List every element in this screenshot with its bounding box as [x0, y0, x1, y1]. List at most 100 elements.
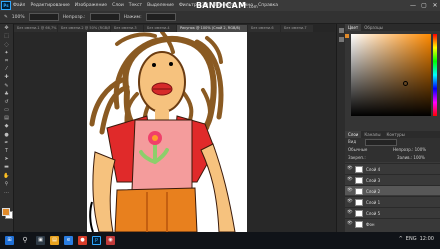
- visibility-eye-icon[interactable]: 👁: [347, 221, 353, 226]
- menu-help[interactable]: Справка: [258, 3, 278, 8]
- layer-row[interactable]: 👁 Фон: [345, 218, 440, 228]
- eraser-tool-icon[interactable]: ▭: [2, 107, 11, 114]
- brush-size[interactable]: 100%: [12, 15, 25, 20]
- visibility-eye-icon[interactable]: 👁: [347, 199, 353, 204]
- layer-fill[interactable]: Залив.: 100%: [397, 155, 425, 160]
- blur-tool-icon[interactable]: ◆: [2, 123, 11, 130]
- marquee-tool-icon[interactable]: ⬚: [2, 33, 11, 40]
- visibility-eye-icon[interactable]: 👁: [347, 166, 353, 171]
- doc-tab[interactable]: Без имени-7: [281, 25, 313, 32]
- layer-thumbnail: [355, 187, 363, 195]
- options-bar: ✎ 100% Непрозр.: Нажим:: [0, 11, 440, 24]
- menu-text[interactable]: Текст: [129, 3, 142, 8]
- layer-thumbnail: [355, 165, 363, 173]
- tools-panel: ✥ ⬚ ◌ ✦ ⌗ ⁄ ✚ ✎ ♣ ↺ ▭ ▤ ◆ ● ✒ T ➤ ▬ ✋ ⚲ …: [0, 24, 14, 232]
- shape-tool-icon[interactable]: ▬: [2, 164, 11, 171]
- hand-tool-icon[interactable]: ✋: [2, 173, 11, 180]
- history-brush-icon[interactable]: ↺: [2, 99, 11, 106]
- tray-clock[interactable]: 12:00: [420, 236, 434, 242]
- history-panel-icon[interactable]: [338, 28, 344, 33]
- brush-preset-picker[interactable]: [28, 13, 59, 21]
- layers-filter-bar: Вид: [345, 138, 440, 146]
- color-panel-foreground-swatch[interactable]: [345, 34, 349, 38]
- layer-name: Слой 5: [366, 210, 381, 216]
- tray-language[interactable]: ENG: [406, 236, 417, 242]
- search-icon[interactable]: ⚲: [19, 236, 31, 245]
- close-button[interactable]: ✕: [430, 1, 440, 10]
- menu-file[interactable]: Файл: [13, 3, 25, 8]
- doc-tab[interactable]: Без имени-4: [144, 25, 176, 32]
- blend-mode-select[interactable]: Обычные: [348, 147, 367, 152]
- bandicam-watermark: BANDICAM.com: [196, 1, 258, 10]
- properties-panel-icon[interactable]: [338, 37, 344, 42]
- layer-name: Фон: [366, 221, 375, 227]
- visibility-eye-icon[interactable]: 👁: [347, 210, 353, 215]
- maximize-button[interactable]: ▢: [419, 1, 429, 10]
- layer-name: Слой 4: [366, 166, 381, 172]
- menu-image[interactable]: Изображение: [75, 3, 107, 8]
- healing-brush-icon[interactable]: ✚: [2, 74, 11, 81]
- menu-layers[interactable]: Слои: [112, 3, 124, 8]
- menu-select[interactable]: Выделение: [147, 3, 174, 8]
- color-picker-field[interactable]: [351, 34, 431, 116]
- doc-tab[interactable]: Без имени-1 @ 66,7% (RGB/8): [14, 25, 57, 32]
- layer-row[interactable]: 👁 Слой 2: [345, 185, 440, 195]
- menu-edit[interactable]: Редактирование: [30, 3, 69, 8]
- brush-tool-icon[interactable]: ✎: [2, 83, 11, 90]
- pen-tool-icon[interactable]: ✒: [2, 140, 11, 147]
- eyedropper-icon[interactable]: ⁄: [2, 66, 11, 73]
- tab-paths[interactable]: Контуры: [383, 131, 407, 138]
- photoshop-taskbar-icon[interactable]: P: [92, 236, 101, 245]
- type-tool-icon[interactable]: T: [2, 148, 11, 155]
- lasso-tool-icon[interactable]: ◌: [2, 42, 11, 49]
- doc-tab[interactable]: Без имени-2 @ 50% (RGB/8): [58, 25, 110, 32]
- magic-wand-icon[interactable]: ✦: [2, 50, 11, 57]
- bandicam-brand: BANDICAM: [196, 1, 247, 10]
- hue-slider[interactable]: [433, 34, 437, 116]
- color-panel-tabs: Цвет Образцы: [345, 24, 440, 31]
- doc-tab-active[interactable]: Рисунок @ 100% (Слой 2, RGB/8): [177, 25, 247, 32]
- color-picker-cursor[interactable]: [403, 81, 408, 86]
- start-icon[interactable]: ⊞: [5, 236, 14, 245]
- file-explorer-icon[interactable]: ▤: [50, 236, 59, 245]
- layer-filter-field[interactable]: [365, 139, 397, 146]
- edge-icon[interactable]: e: [64, 236, 73, 245]
- layer-row[interactable]: 👁 Слой 1: [345, 196, 440, 206]
- doc-tab[interactable]: Без имени-6: [248, 25, 280, 32]
- path-select-icon[interactable]: ➤: [2, 156, 11, 163]
- photoshop-logo: Ps: [1, 1, 11, 10]
- gradient-tool-icon[interactable]: ▤: [2, 115, 11, 122]
- layer-row[interactable]: 👁 Слой 3: [345, 174, 440, 184]
- layer-thumbnail: [355, 198, 363, 206]
- dodge-tool-icon[interactable]: ●: [2, 132, 11, 139]
- task-view-icon[interactable]: ▣: [36, 236, 45, 245]
- zoom-tool-icon[interactable]: ⚲: [2, 181, 11, 188]
- tray-chevron-icon[interactable]: ^: [399, 236, 403, 242]
- stamp-tool-icon[interactable]: ♣: [2, 91, 11, 98]
- menu-filter[interactable]: Фильтр: [179, 3, 197, 8]
- layer-opacity[interactable]: Непрозр.: 100%: [393, 147, 426, 152]
- tab-channels[interactable]: Каналы: [361, 131, 383, 138]
- crop-tool-icon[interactable]: ⌗: [2, 58, 11, 65]
- foreground-color-swatch[interactable]: [2, 208, 10, 216]
- layer-kind-filter[interactable]: Вид: [348, 139, 356, 144]
- more-tools-icon[interactable]: …: [2, 189, 11, 196]
- bandicam-taskbar-icon[interactable]: ●: [78, 236, 87, 245]
- layer-row[interactable]: 👁 Слой 5: [345, 207, 440, 217]
- tab-color[interactable]: Цвет: [345, 24, 362, 31]
- brush-tool-icon[interactable]: ✎: [4, 15, 8, 20]
- visibility-eye-icon[interactable]: 👁: [347, 188, 353, 193]
- flow-field[interactable]: [145, 13, 176, 21]
- move-tool-icon[interactable]: ✥: [2, 25, 11, 32]
- tab-layers[interactable]: Слои: [345, 131, 362, 138]
- app-taskbar-icon[interactable]: ◉: [106, 236, 115, 245]
- document-canvas[interactable]: [87, 32, 247, 232]
- opacity-field[interactable]: [89, 13, 120, 21]
- visibility-eye-icon[interactable]: 👁: [347, 177, 353, 182]
- minimize-button[interactable]: —: [408, 1, 418, 10]
- drawing-artwork: [89, 32, 236, 232]
- layer-thumbnail: [355, 220, 363, 228]
- doc-tab[interactable]: Без имени-3: [111, 25, 143, 32]
- layer-row[interactable]: 👁 Слой 4: [345, 163, 440, 173]
- tab-swatches[interactable]: Образцы: [361, 24, 386, 31]
